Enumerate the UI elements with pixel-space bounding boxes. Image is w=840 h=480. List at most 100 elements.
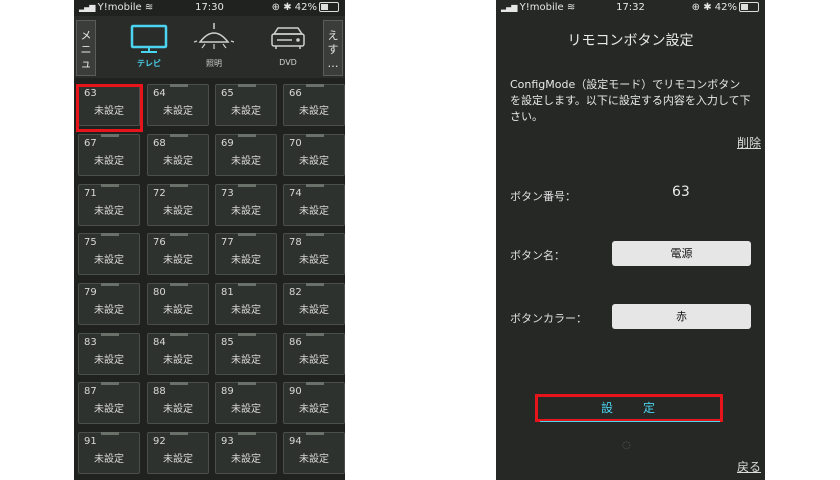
remote-button-status: 未設定 [231,255,261,266]
remote-button-number: 69 [221,138,234,149]
delete-link[interactable]: 削除 [737,134,761,151]
remote-button[interactable]: 89 未設定 [215,382,277,424]
remote-button[interactable]: 86 未設定 [283,333,345,375]
remote-button[interactable]: 85 未設定 [215,333,277,375]
set-button[interactable]: 設定 [535,394,723,422]
remote-button-number: 94 [289,436,302,447]
remote-button[interactable]: 68 未設定 [147,134,209,176]
status-bar: ▂▄▆ Y!mobile ≋ 17:32 ⊕ ✱ 42% [496,0,765,16]
remote-button[interactable]: 69 未設定 [215,134,277,176]
remote-button-number: 89 [221,386,234,397]
remote-button-number: 70 [289,138,302,149]
remote-button-number: 86 [289,337,302,348]
page-title: リモコンボタン設定 [567,33,694,49]
tab-dvd[interactable]: DVD [261,22,315,67]
remote-button[interactable]: 76 未設定 [147,233,209,275]
remote-button[interactable]: 82 未設定 [283,283,345,325]
remote-button-number: 88 [153,386,166,397]
remote-button-status: 未設定 [299,206,329,217]
alarm-icon: ⊕ [691,2,700,13]
remote-button[interactable]: 77 未設定 [215,233,277,275]
remote-button[interactable]: 73 未設定 [215,184,277,226]
remote-button-status: 未設定 [299,355,329,366]
remote-button[interactable]: 83 未設定 [78,333,140,375]
remote-button-status: 未設定 [94,454,124,465]
button-number-value: 63 [672,184,690,200]
button-number-label: ボタン番号： [510,190,576,203]
remote-button-number: 64 [153,88,166,99]
remote-button[interactable]: 90 未設定 [283,382,345,424]
remote-button[interactable]: 64 未設定 [147,84,209,126]
remote-button-status: 未設定 [299,255,329,266]
remote-button[interactable]: 79 未設定 [78,283,140,325]
remote-button[interactable]: 66 未設定 [283,84,345,126]
remote-button[interactable]: 67 未設定 [78,134,140,176]
button-settings-screen: ▂▄▆ Y!mobile ≋ 17:32 ⊕ ✱ 42% リモコンボタン設定 C… [496,0,765,480]
remote-button[interactable]: 94 未設定 [283,432,345,474]
remote-button-status: 未設定 [163,404,193,415]
tab-lighting-label: 照明 [206,59,222,68]
remote-button-number: 85 [221,337,234,348]
battery-icon [739,2,759,12]
remote-button-number: 81 [221,287,234,298]
remote-button-number: 87 [84,386,97,397]
remote-screen: ▂▄▆ Y!mobile ≋ 17:30 ⊕ ✱ 42% メニュ テレビ 照明 … [74,0,345,480]
remote-button-number: 74 [289,188,302,199]
remote-button-number: 80 [153,287,166,298]
remote-button[interactable]: 93 未設定 [215,432,277,474]
remote-button[interactable]: 80 未設定 [147,283,209,325]
remote-button-number: 65 [221,88,234,99]
remote-button-number: 73 [221,188,234,199]
remote-button[interactable]: 72 未設定 [147,184,209,226]
bluetooth-icon: ✱ [283,2,292,13]
button-color-label: ボタンカラー： [510,312,587,325]
button-name-field[interactable]: 電源 [612,241,751,266]
remote-button[interactable]: 91 未設定 [78,432,140,474]
remote-button[interactable]: 81 未設定 [215,283,277,325]
button-color-select[interactable]: 赤 [612,304,751,329]
remote-button-number: 79 [84,287,97,298]
remote-button-number: 84 [153,337,166,348]
remote-button-status: 未設定 [299,454,329,465]
remote-button-number: 82 [289,287,302,298]
tab-tv[interactable]: テレビ [122,22,176,69]
remote-button-number: 83 [84,337,97,348]
remote-button-status: 未設定 [231,355,261,366]
more-button[interactable]: えす… [323,20,343,76]
remote-button-number: 75 [84,237,97,248]
description-text: ConfigMode（設定モード）でリモコンボタンを設定します。以下に設定する内… [510,78,751,123]
remote-button[interactable]: 75 未設定 [78,233,140,275]
remote-button-status: 未設定 [231,206,261,217]
remote-button-status: 未設定 [163,305,193,316]
remote-button-status: 未設定 [299,305,329,316]
remote-button-number: 71 [84,188,97,199]
battery-percent: 42% [294,2,317,13]
remote-button[interactable]: 65 未設定 [215,84,277,126]
remote-button[interactable]: 87 未設定 [78,382,140,424]
remote-button-status: 未設定 [94,106,124,117]
remote-button-status: 未設定 [231,305,261,316]
remote-button-number: 90 [289,386,302,397]
battery-icon [319,2,339,12]
remote-button-status: 未設定 [299,404,329,415]
remote-button-status: 未設定 [163,156,193,167]
menu-button[interactable]: メニュ [76,20,96,76]
remote-button-status: 未設定 [94,255,124,266]
remote-button[interactable]: 84 未設定 [147,333,209,375]
remote-button[interactable]: 88 未設定 [147,382,209,424]
remote-button-status: 未設定 [231,156,261,167]
remote-button[interactable]: 74 未設定 [283,184,345,226]
remote-button-status: 未設定 [231,106,261,117]
back-link[interactable]: 戻る [737,458,761,475]
remote-button[interactable]: 71 未設定 [78,184,140,226]
remote-button[interactable]: 78 未設定 [283,233,345,275]
remote-button[interactable]: 92 未設定 [147,432,209,474]
remote-button-number: 68 [153,138,166,149]
remote-button[interactable]: 70 未設定 [283,134,345,176]
remote-button-status: 未設定 [299,156,329,167]
status-bar: ▂▄▆ Y!mobile ≋ 17:30 ⊕ ✱ 42% [74,0,345,16]
alarm-icon: ⊕ [271,2,280,13]
remote-button-number: 92 [153,436,166,447]
remote-button[interactable]: 63 未設定 [78,84,140,126]
tab-lighting[interactable]: 照明 [187,22,241,69]
